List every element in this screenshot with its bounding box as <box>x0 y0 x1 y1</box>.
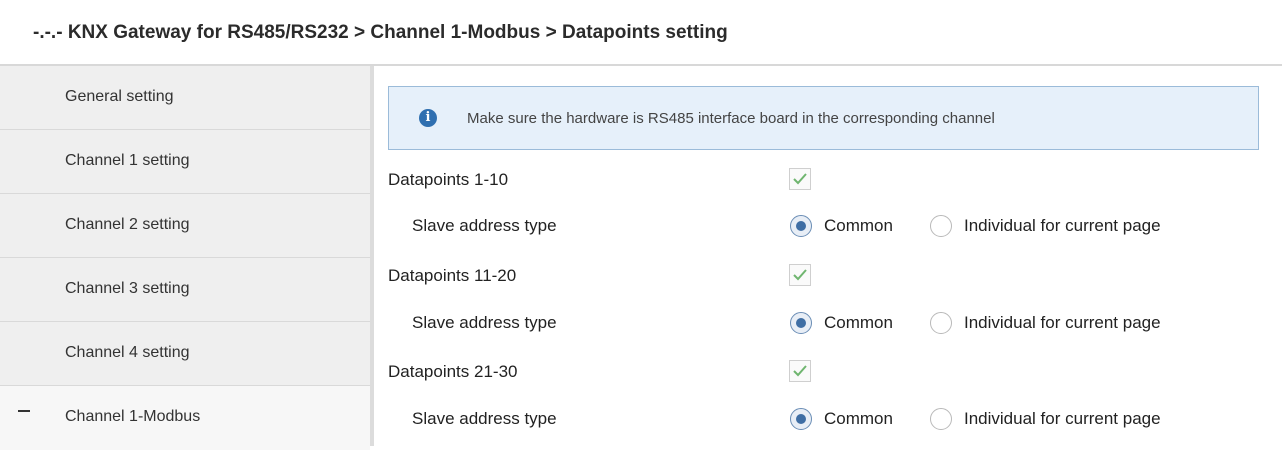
radio-common[interactable] <box>790 215 812 237</box>
slave-address-type-label: Slave address type <box>412 409 557 428</box>
sidebar: General setting Channel 1 setting Channe… <box>0 66 370 450</box>
sidebar-item-label: Channel 4 setting <box>65 344 190 361</box>
radio-individual-label[interactable]: Individual for current page <box>964 216 1161 236</box>
radio-common-label[interactable]: Common <box>824 313 893 333</box>
sidebar-item-channel-1-modbus[interactable]: Channel 1-Modbus <box>0 386 370 450</box>
sidebar-item-label: Channel 2 setting <box>65 216 190 233</box>
datapoints-1-10-checkbox[interactable] <box>789 168 811 190</box>
datapoints-21-30-checkbox[interactable] <box>789 360 811 382</box>
checkmark-icon <box>793 365 807 377</box>
datapoints-11-20-label: Datapoints 11-20 <box>388 266 517 285</box>
sidebar-item-label: General setting <box>65 88 174 105</box>
datapoints-1-10-label: Datapoints 1-10 <box>388 170 509 189</box>
sidebar-item-channel-4-setting[interactable]: Channel 4 setting <box>0 322 370 386</box>
sidebar-item-general-setting[interactable]: General setting <box>0 66 370 130</box>
sidebar-item-channel-2-setting[interactable]: Channel 2 setting <box>0 194 370 258</box>
radio-individual[interactable] <box>930 215 952 237</box>
slave-address-type-label: Slave address type <box>412 313 557 332</box>
radio-individual-label[interactable]: Individual for current page <box>964 409 1161 429</box>
datapoints-11-20-checkbox[interactable] <box>789 264 811 286</box>
info-message: Make sure the hardware is RS485 interfac… <box>467 110 995 127</box>
checkmark-icon <box>793 173 807 185</box>
radio-common[interactable] <box>790 408 812 430</box>
radio-individual-label[interactable]: Individual for current page <box>964 313 1161 333</box>
sidebar-item-label: Channel 1 setting <box>65 152 190 169</box>
datapoints-21-30-label: Datapoints 21-30 <box>388 362 518 381</box>
page-title: -.-.- KNX Gateway for RS485/RS232 > Chan… <box>33 22 728 43</box>
radio-common[interactable] <box>790 312 812 334</box>
checkmark-icon <box>793 269 807 281</box>
info-banner: i Make sure the hardware is RS485 interf… <box>388 86 1259 150</box>
main-panel: i Make sure the hardware is RS485 interf… <box>374 66 1282 446</box>
info-icon: i <box>419 109 437 127</box>
radio-individual[interactable] <box>930 312 952 334</box>
sidebar-item-label: Channel 3 setting <box>65 280 190 297</box>
sidebar-item-channel-3-setting[interactable]: Channel 3 setting <box>0 258 370 322</box>
slave-address-type-label: Slave address type <box>412 216 557 235</box>
radio-common-label[interactable]: Common <box>824 216 893 236</box>
sidebar-item-channel-1-setting[interactable]: Channel 1 setting <box>0 130 370 194</box>
title-bar: -.-.- KNX Gateway for RS485/RS232 > Chan… <box>0 0 1282 66</box>
radio-individual[interactable] <box>930 408 952 430</box>
sidebar-item-label: Channel 1-Modbus <box>65 408 201 425</box>
collapse-icon[interactable] <box>18 410 30 412</box>
radio-common-label[interactable]: Common <box>824 409 893 429</box>
